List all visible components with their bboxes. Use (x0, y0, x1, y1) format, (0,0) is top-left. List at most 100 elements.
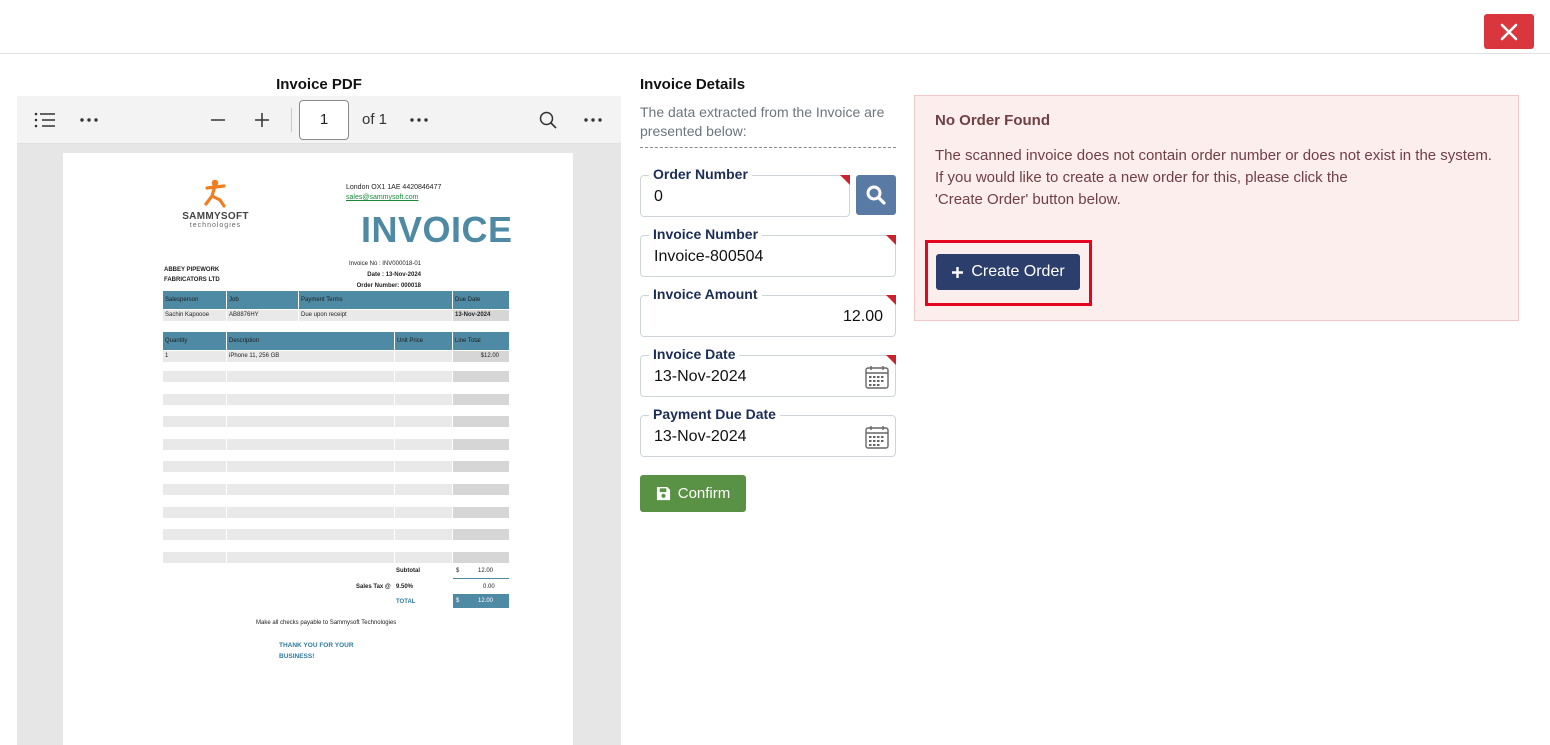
toolbar-divider (291, 108, 292, 132)
table-header-cell: Quantity (163, 332, 226, 350)
table-cell (227, 393, 394, 405)
page-number-input[interactable]: 1 (299, 100, 349, 140)
calendar-button[interactable] (864, 364, 890, 395)
table-cell: Sachin Kapoooe (163, 310, 226, 321)
list-icon (34, 112, 55, 128)
total-label: TOTAL (396, 599, 416, 605)
table-cell (163, 393, 226, 405)
more-options-right-button[interactable] (577, 104, 609, 136)
invoice-heading: INVOICE (361, 209, 513, 250)
close-button[interactable] (1484, 14, 1534, 49)
table-cell (453, 416, 509, 428)
invoice-amount-field[interactable]: Invoice Amount 12.00 (640, 286, 896, 337)
table-cell (395, 416, 452, 428)
zoom-out-button[interactable] (202, 104, 234, 136)
subtotal-label: Subtotal (396, 568, 420, 574)
table-cell (395, 393, 452, 405)
field-label: Payment Due Date (649, 406, 780, 422)
tax-rate: 9.50% (396, 584, 414, 590)
table-cell (163, 438, 226, 450)
table-cell (227, 529, 394, 541)
pdf-viewer[interactable]: SAMMYSOFT technologies London OX1 1AE 44… (17, 144, 621, 745)
order-number-field[interactable]: Order Number 0 (640, 166, 850, 217)
thanks-line: BUSINESS! (279, 653, 315, 660)
zoom-in-button[interactable] (246, 104, 278, 136)
outline-button[interactable] (29, 104, 61, 136)
table-cell (395, 484, 452, 495)
alert-line: 'Create Order' button below. (935, 191, 1121, 208)
search-order-button[interactable] (856, 175, 896, 215)
field-value[interactable]: Invoice-800504 (654, 248, 763, 266)
payment-due-date-field[interactable]: Payment Due Date 13-Nov-2024 (640, 406, 896, 457)
table-cell (395, 506, 452, 518)
table-cell (163, 416, 226, 428)
subtotal-currency: $ (456, 568, 460, 574)
more-icon (80, 118, 98, 122)
company-logo-mark (204, 179, 226, 208)
table-cell (227, 438, 394, 450)
more-options-left-button[interactable] (73, 104, 105, 136)
tax-value: 0.00 (483, 584, 495, 590)
table-header-cell: Unit Price (395, 332, 452, 350)
pdf-panel-title: Invoice PDF (276, 76, 362, 93)
table-cell (453, 371, 509, 382)
table-cell (453, 551, 509, 563)
table-cell (227, 371, 394, 382)
table-cell (163, 551, 226, 563)
table-header-cell: Job (227, 291, 298, 309)
more-icon (410, 118, 428, 122)
table-cell (163, 484, 226, 495)
company-address: London OX1 1AE 4420846477 sales@sammysof… (346, 183, 441, 203)
pdf-page: SAMMYSOFT technologies London OX1 1AE 44… (63, 153, 573, 745)
table-cell (163, 371, 226, 382)
invoice-no-line: Invoice No : INV000018-01 (348, 261, 421, 267)
table-cell (227, 416, 394, 428)
calendar-icon (865, 366, 889, 389)
invoice-date-field[interactable]: Invoice Date 13-Nov-2024 (640, 346, 896, 397)
close-icon (1500, 23, 1518, 40)
table-cell (453, 529, 509, 541)
table-cell (453, 506, 509, 518)
table-header-cell: Line Total (453, 332, 509, 350)
pdf-toolbar: 1 of 1 (17, 96, 621, 144)
details-subtitle: The data extracted from the Invoice are … (640, 103, 896, 148)
find-button[interactable] (532, 104, 564, 136)
more-icon (584, 118, 602, 122)
table-cell (227, 461, 394, 473)
minus-icon (211, 119, 225, 121)
create-order-highlight: Create Order (925, 240, 1092, 306)
customer-line: ABBEY PIPEWORK (164, 267, 220, 273)
required-marker (840, 175, 850, 185)
confirm-label: Confirm (677, 485, 731, 502)
plus-icon (255, 113, 269, 127)
total-value: 12.00 (478, 598, 494, 604)
table-cell (395, 529, 452, 541)
calendar-button[interactable] (864, 424, 890, 455)
table-cell: iPhone 11, 256 GB (227, 351, 394, 362)
confirm-button[interactable]: Confirm (640, 475, 746, 512)
table-cell: AB8876HY (227, 310, 298, 321)
table-cell (453, 461, 509, 473)
thanks-note: THANK YOU FOR YOUR BUSINESS! (279, 640, 354, 662)
field-value[interactable]: 0 (654, 188, 663, 206)
subtotal-underline (453, 578, 509, 579)
logo-subtitle: technologies (189, 222, 242, 229)
table-cell (395, 438, 452, 450)
table-cell (163, 506, 226, 518)
company-logo: SAMMYSOFT technologies (168, 178, 263, 233)
field-value[interactable]: 13-Nov-2024 (654, 368, 747, 386)
save-icon (656, 486, 670, 501)
table-header-cell: Due Date (453, 291, 509, 309)
table-cell (453, 484, 509, 495)
create-order-button[interactable]: Create Order (936, 254, 1080, 290)
no-order-alert: No Order Found The scanned invoice does … (914, 95, 1519, 321)
field-value[interactable]: 12.00 (843, 308, 883, 326)
table-cell (227, 551, 394, 563)
customer-line: FABRICATORS LTD (164, 277, 220, 283)
more-options-center-button[interactable] (403, 104, 435, 136)
field-value[interactable]: 13-Nov-2024 (654, 428, 747, 446)
top-bar (0, 0, 1550, 54)
table-cell (163, 461, 226, 473)
search-icon (866, 185, 886, 205)
invoice-number-field[interactable]: Invoice Number Invoice-800504 (640, 226, 896, 277)
